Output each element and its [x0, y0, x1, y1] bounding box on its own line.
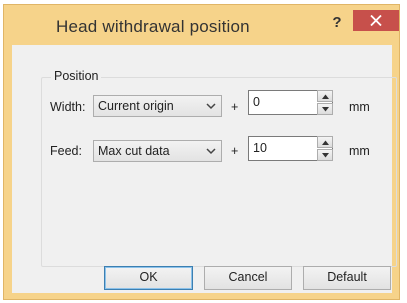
dialog-title: Head withdrawal position	[56, 17, 250, 36]
ok-button[interactable]: OK	[104, 266, 193, 290]
width-origin-select[interactable]: Current origin	[93, 95, 222, 117]
width-offset-value: 0	[253, 95, 260, 109]
chevron-down-icon	[206, 103, 216, 110]
feed-offset-spinner	[317, 136, 333, 161]
width-label: Width:	[50, 100, 86, 114]
width-offset-spinner	[317, 90, 333, 115]
close-icon	[370, 14, 382, 27]
feed-spin-up-button[interactable]	[317, 136, 333, 148]
chevron-down-icon	[206, 148, 216, 155]
feed-spin-down-button[interactable]	[317, 149, 333, 161]
width-origin-value: Current origin	[98, 99, 174, 113]
spin-down-icon	[322, 107, 329, 112]
spin-up-icon	[322, 94, 329, 99]
default-button[interactable]: Default	[303, 266, 391, 290]
title-bar[interactable]: Head withdrawal position ?	[4, 5, 399, 45]
feed-origin-value: Max cut data	[98, 144, 170, 158]
feed-unit-label: mm	[349, 144, 370, 158]
feed-label: Feed:	[50, 144, 82, 158]
position-group-label: Position	[51, 69, 102, 83]
dialog-client-area: Position Width: Current origin + 0 mm Fe…	[12, 45, 397, 293]
close-button[interactable]	[353, 10, 399, 31]
cancel-button[interactable]: Cancel	[204, 266, 292, 290]
width-unit-label: mm	[349, 100, 370, 114]
feed-origin-select[interactable]: Max cut data	[93, 140, 222, 162]
spin-down-icon	[322, 153, 329, 158]
width-spin-up-button[interactable]	[317, 90, 333, 102]
feed-offset-value: 10	[253, 141, 267, 155]
width-plus-sign: +	[231, 100, 239, 114]
help-button[interactable]: ?	[324, 12, 350, 34]
spin-up-icon	[322, 140, 329, 145]
dialog-window: Head withdrawal position ? Position Widt…	[4, 5, 399, 299]
feed-plus-sign: +	[231, 144, 239, 158]
width-spin-down-button[interactable]	[317, 103, 333, 115]
